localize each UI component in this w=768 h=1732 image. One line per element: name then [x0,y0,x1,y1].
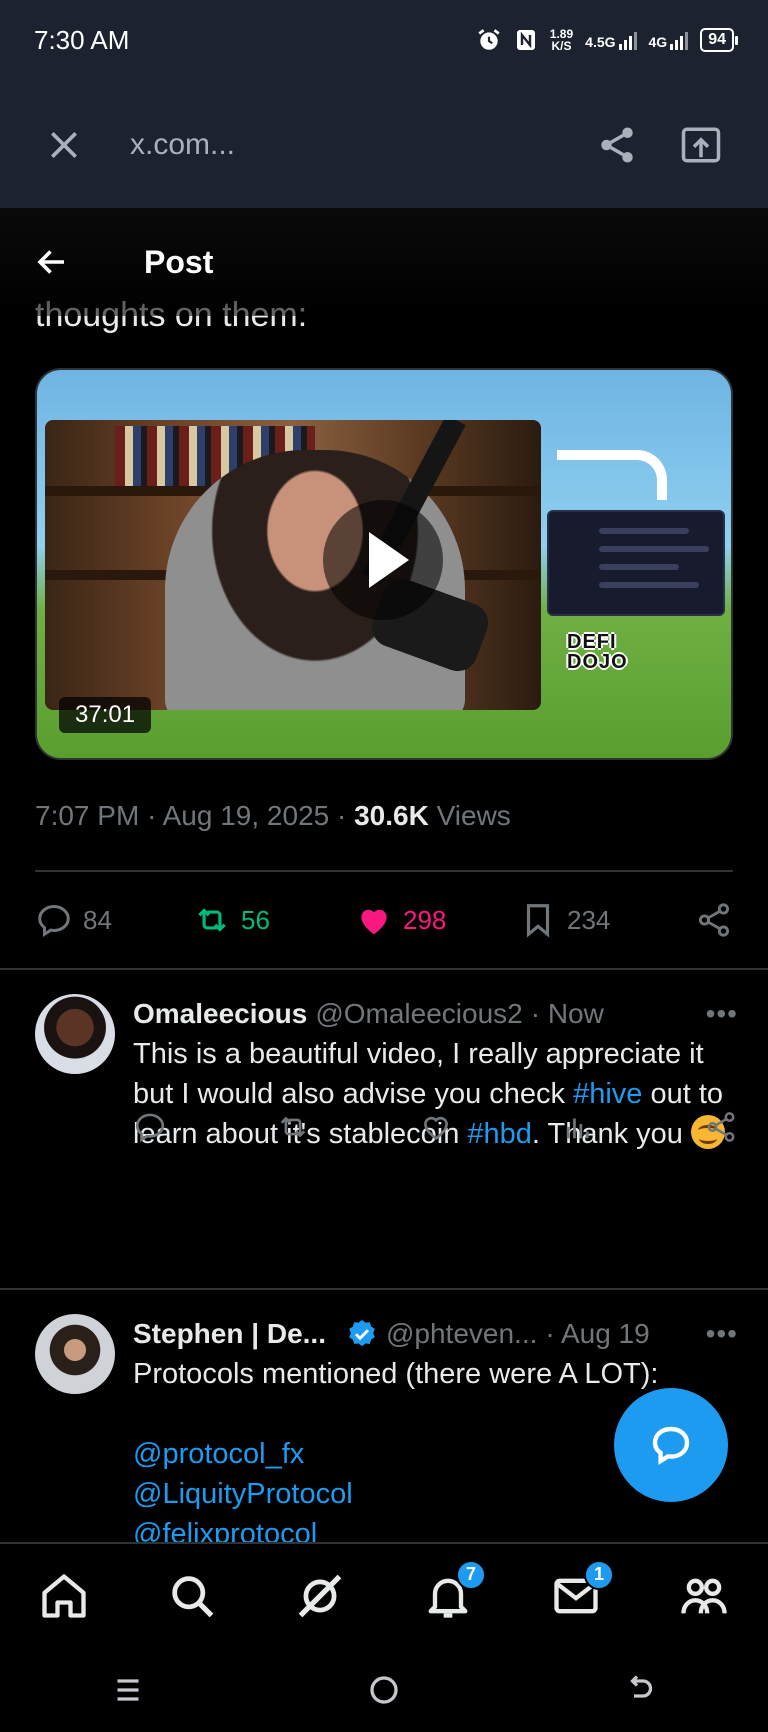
nav-notifications[interactable]: 7 [422,1559,486,1622]
post-meta: 7:07 PM · Aug 19, 2025 · 30.6K Views [35,800,511,831]
divider [0,968,768,970]
page-title: Post [144,243,214,280]
browser-url-bar: x.com... [0,105,768,185]
status-bar: 7:30 AM 1.89 K/S 4.5G 4G 94 [0,0,768,80]
video-frame [45,420,541,710]
more-options-icon[interactable]: ••• [706,1318,738,1350]
repost-count-button[interactable]: 56 [193,901,355,939]
bookmark-count-button[interactable]: 234 [519,901,679,939]
video-duration: 37:01 [59,697,152,733]
avatar[interactable] [35,994,115,1074]
alarm-icon [478,29,500,50]
nfc-icon [516,30,535,50]
reply-actions [133,1110,738,1144]
post-header: Post [0,208,768,316]
verified-badge-icon [349,1320,375,1347]
decorative-arrow [557,450,667,500]
avatar[interactable] [35,1314,115,1394]
bookmark-icon [526,904,550,938]
reply-icon [38,905,70,938]
reply-time: · Aug 19 [545,1318,650,1349]
analytics-icon[interactable] [561,1110,595,1144]
play-button[interactable] [323,500,443,620]
reply-time: · Now [530,998,604,1029]
url-text[interactable]: x.com... [130,128,235,162]
nav-home[interactable] [38,1570,90,1622]
nav-messages[interactable]: 1 [550,1559,614,1622]
battery-indicator: 94 [700,28,738,52]
nav-grok[interactable] [294,1570,346,1622]
messages-badge: 1 [584,1559,614,1590]
share-icon[interactable] [704,1110,738,1144]
compose-reply-button[interactable] [614,1388,728,1502]
share-post-button[interactable] [695,901,733,939]
reply-author-handle: @Omaleecious2 [315,998,523,1029]
reply-icon[interactable] [133,1110,167,1144]
reply-author-handle: @phteven... [385,1318,538,1349]
bottom-navigation: 7 1 [0,1542,768,1647]
repost-icon [198,908,226,932]
views-count: 30.6K [354,800,429,831]
signal-2: 4G [649,30,689,50]
home-icon [42,1573,86,1618]
nav-search[interactable] [166,1570,218,1622]
notifications-badge: 7 [456,1559,486,1590]
back-arrow-icon[interactable] [34,244,70,280]
grok-icon [298,1574,342,1617]
network-speed: 1.89 K/S [549,27,574,53]
reply-header: Stephen | De... @phteven... · Aug 19 ••• [133,1318,738,1350]
post-stats: 84 56 298 234 [35,890,733,950]
system-navigation [0,1647,768,1732]
video-player[interactable]: DEFI DOJO 37:01 [35,368,733,760]
signal-bars-icon [670,30,689,50]
open-in-app-icon[interactable] [678,124,724,166]
status-time: 7:30 AM [34,24,130,55]
reply-count-button[interactable]: 84 [35,901,193,939]
reply-author-name[interactable]: Stephen | De... [133,1318,326,1350]
search-icon [172,1575,214,1617]
home-circle-icon[interactable] [366,1672,402,1708]
signal-bars-icon [618,30,637,50]
signal-1: 4.5G [585,30,637,50]
divider [35,870,733,872]
heart-icon[interactable] [419,1110,453,1144]
hashtag-link[interactable]: #hive [573,1078,642,1110]
divider [0,1288,768,1290]
status-icons: 1.89 K/S 4.5G 4G 94 [476,27,738,53]
chat-bubble-icon [652,1426,690,1466]
video-dashboard-thumbnail [547,510,725,616]
close-icon[interactable] [44,125,84,165]
share-icon [698,903,730,937]
menu-icon[interactable] [110,1672,146,1708]
reply-author-name[interactable]: Omaleecious [133,998,307,1030]
communities-icon [681,1578,727,1614]
heart-filled-icon [361,909,387,935]
defi-dojo-logo: DEFI DOJO [567,631,628,673]
like-count-button[interactable]: 298 [355,901,519,939]
more-options-icon[interactable]: ••• [706,998,738,1030]
repost-icon[interactable] [276,1110,310,1144]
browser-chrome: 7:30 AM 1.89 K/S 4.5G 4G 94 x.com... [0,0,768,208]
reply-header: Omaleecious @Omaleecious2 · Now ••• [133,998,738,1030]
share-icon[interactable] [596,124,638,166]
nav-communities[interactable] [678,1570,730,1622]
back-icon[interactable] [622,1672,658,1708]
